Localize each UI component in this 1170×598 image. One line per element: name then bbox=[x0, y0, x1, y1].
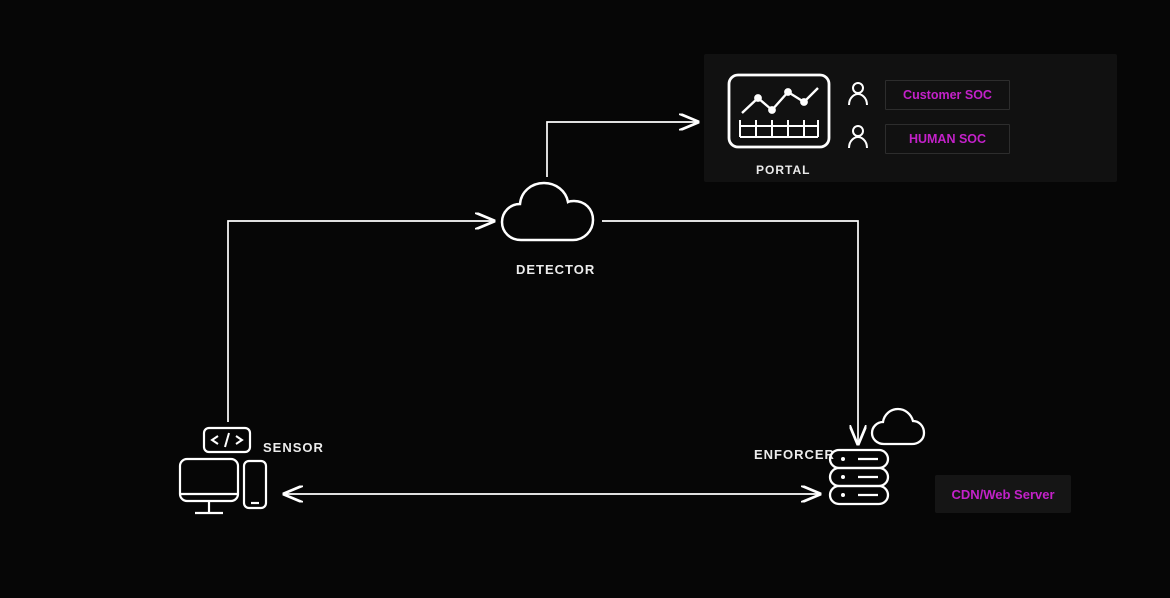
edge-detector-portal bbox=[547, 122, 696, 177]
portal-icon bbox=[729, 75, 829, 147]
sensor-icon bbox=[180, 428, 266, 513]
diagram-canvas: Customer SOC HUMAN SOC CDN/Web Server SE… bbox=[0, 0, 1170, 598]
enforcer-icon bbox=[830, 409, 924, 504]
edge-sensor-detector bbox=[228, 221, 492, 422]
edge-detector-enforcer bbox=[602, 221, 858, 442]
detector-icon bbox=[502, 183, 593, 240]
person-icon bbox=[849, 83, 867, 105]
diagram-svg bbox=[0, 0, 1170, 598]
person-icon bbox=[849, 126, 867, 148]
